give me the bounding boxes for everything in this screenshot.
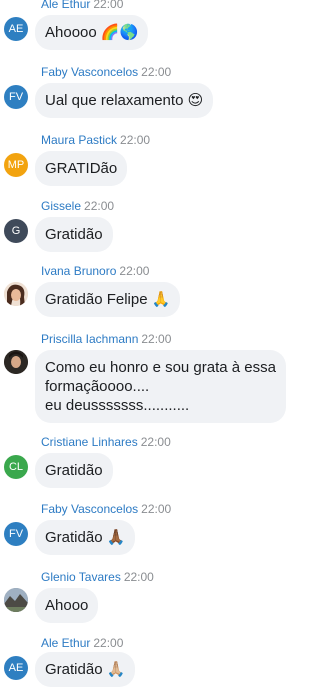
message-text-line: Como eu honro e sou grata à essa: [45, 359, 276, 376]
message-meta: Faby Vasconcelos 22:00: [41, 502, 171, 516]
message-bubble[interactable]: Ahoooo 🌈🌎: [35, 15, 149, 50]
message-time: 22:00: [119, 264, 150, 278]
avatar[interactable]: FV: [4, 522, 28, 546]
emoji: 🙏🏼: [106, 660, 126, 678]
message-meta: Ivana Brunoro 22:00: [41, 264, 149, 278]
message-bubble[interactable]: Ahooo: [35, 588, 99, 623]
message-meta: Ale Ethur 22:00: [41, 0, 123, 11]
message-time: 22:00: [93, 0, 124, 11]
emoji: 🌈🌎: [100, 23, 139, 41]
avatar[interactable]: AE: [4, 656, 28, 680]
message-bubble[interactable]: Gratidão: [35, 217, 113, 252]
avatar[interactable]: CL: [4, 455, 28, 479]
message-time: 22:00: [120, 133, 151, 147]
sender-name[interactable]: Glenio Tavares: [41, 570, 121, 584]
message-time: 22:00: [84, 199, 115, 213]
message-meta: Gissele 22:00: [41, 199, 114, 213]
message-meta: Ale Ethur 22:00: [41, 636, 123, 650]
message-bubble[interactable]: Como eu honro e sou grata à essa formaçã…: [35, 350, 286, 423]
message-time: 22:00: [141, 332, 172, 346]
sender-name[interactable]: Faby Vasconcelos: [41, 502, 138, 516]
emoji: 🙏🏾: [106, 528, 126, 546]
message-time: 22:00: [141, 65, 172, 79]
message-meta: Priscilla Iachmann 22:00: [41, 332, 171, 346]
avatar-photo[interactable]: [4, 350, 28, 374]
message-bubble[interactable]: Gratidão Felipe 🙏: [35, 282, 181, 317]
message-text: Ahoooo: [45, 24, 97, 41]
sender-name[interactable]: Ale Ethur: [41, 0, 90, 11]
message-bubble[interactable]: Gratidão 🙏🏾: [35, 520, 136, 555]
message-time: 22:00: [141, 502, 172, 516]
avatar[interactable]: AE: [4, 17, 28, 41]
message-meta: Cristiane Linhares 22:00: [41, 435, 171, 449]
message-text: Gratidão: [45, 226, 103, 243]
avatar-photo[interactable]: [4, 588, 28, 612]
emoji: 🙏: [151, 290, 171, 308]
message-text: Gratidão: [45, 529, 103, 546]
message-text: GRATIDão: [45, 160, 118, 177]
message-time: 22:00: [123, 570, 154, 584]
message-meta: Faby Vasconcelos 22:00: [41, 65, 171, 79]
message-text-line: formaçãoooo....: [45, 378, 150, 395]
emoji: 😍: [187, 91, 204, 109]
message-text: Ahooo: [45, 597, 89, 614]
sender-name[interactable]: Maura Pastick: [41, 133, 117, 147]
sender-name[interactable]: Cristiane Linhares: [41, 435, 138, 449]
message-text: Gratidão: [45, 462, 103, 479]
message-bubble[interactable]: Gratidão: [35, 453, 113, 488]
message-text: Gratidão: [45, 661, 103, 678]
avatar-photo[interactable]: [4, 282, 28, 306]
message-bubble[interactable]: GRATIDão: [35, 151, 128, 186]
message-text: Ual que relaxamento: [45, 92, 184, 109]
avatar[interactable]: G: [4, 219, 28, 243]
message-time: 22:00: [140, 435, 171, 449]
avatar[interactable]: FV: [4, 85, 28, 109]
sender-name[interactable]: Faby Vasconcelos: [41, 65, 138, 79]
message-text-line: eu deusssssss...........: [45, 397, 190, 414]
message-time: 22:00: [93, 636, 124, 650]
sender-name[interactable]: Ale Ethur: [41, 636, 90, 650]
message-bubble[interactable]: Ual que relaxamento 😍: [35, 83, 214, 118]
message-meta: Glenio Tavares 22:00: [41, 570, 154, 584]
message-bubble[interactable]: Gratidão 🙏🏼: [35, 652, 136, 687]
avatar[interactable]: MP: [4, 153, 28, 177]
sender-name[interactable]: Gissele: [41, 199, 81, 213]
message-text: Gratidão Felipe: [45, 291, 148, 308]
sender-name[interactable]: Priscilla Iachmann: [41, 332, 138, 346]
sender-name[interactable]: Ivana Brunoro: [41, 264, 116, 278]
message-meta: Maura Pastick 22:00: [41, 133, 150, 147]
